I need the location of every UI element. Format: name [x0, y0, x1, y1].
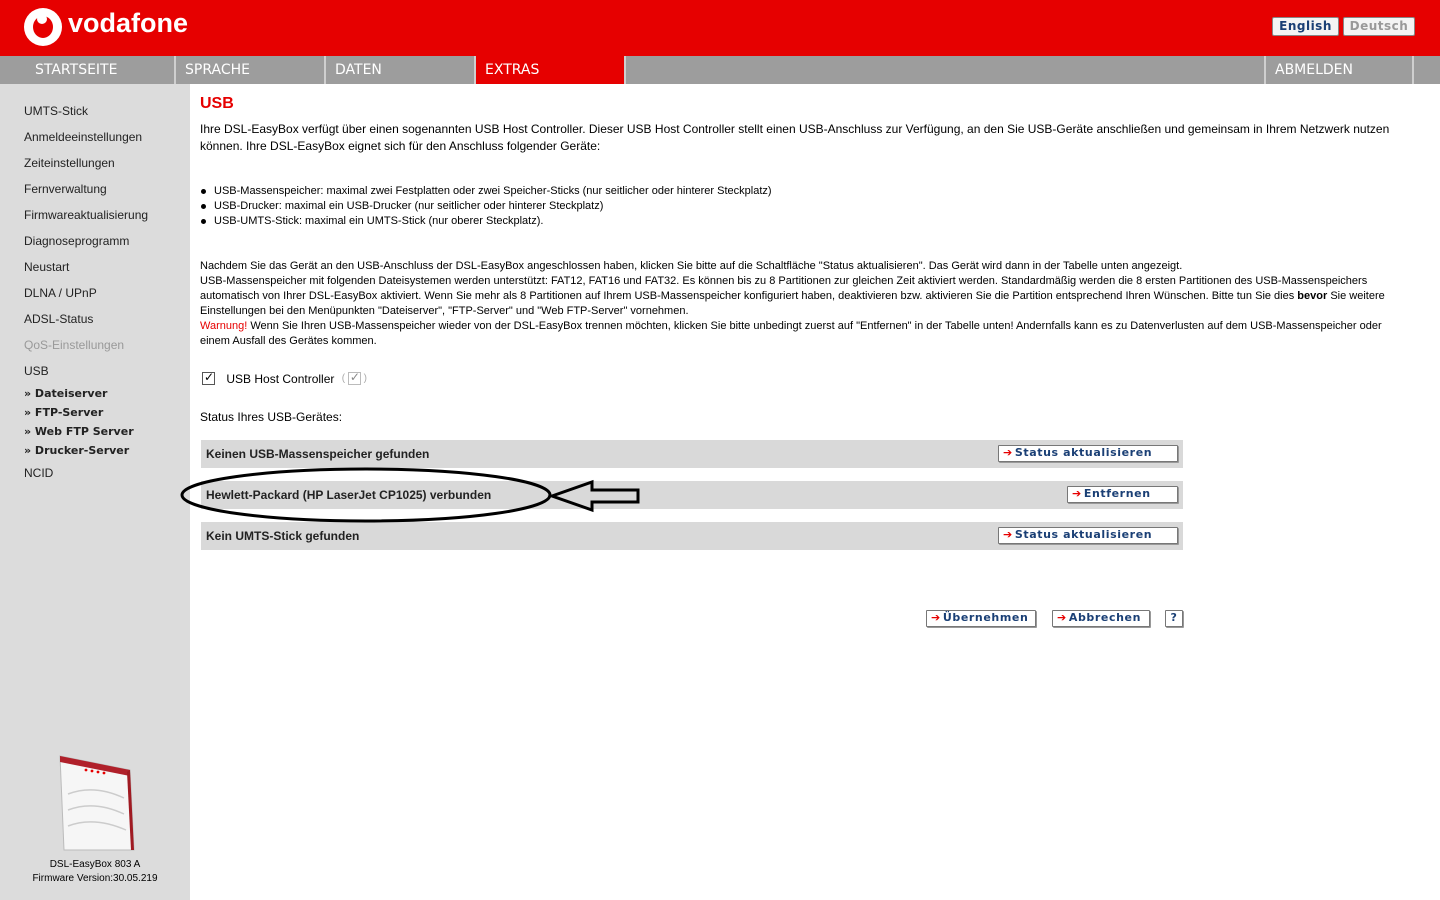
sidebar-item-adsl-status[interactable]: ADSL-Status [24, 312, 93, 326]
warning-paragraph: Warnung! Wenn Sie Ihren USB-Massenspeich… [200, 319, 1395, 349]
usb-host-controller-status: ( ) [341, 370, 367, 386]
button-label: Abbrechen [1068, 611, 1142, 624]
language-english-button[interactable]: English [1272, 17, 1339, 36]
sidebar-subitem-ftp-server[interactable]: » FTP-Server [24, 406, 103, 419]
status-label: Status Ihres USB-Gerätes: [200, 410, 343, 424]
list-item: USB-Massenspeicher: maximal zwei Festpla… [200, 184, 772, 199]
arrow-right-icon: ➔ [931, 611, 941, 624]
remove-button[interactable]: ➔ Entfernen [1067, 486, 1178, 503]
warning-label: Warnung! [200, 320, 248, 332]
info-paragraph-1: Nachdem Sie das Gerät an den USB-Anschlu… [200, 260, 1183, 272]
nav-daten[interactable]: DATEN [326, 56, 476, 84]
status-text: Kein UMTS-Stick gefunden [206, 529, 360, 543]
status-row-printer: Hewlett-Packard (HP LaserJet CP1025) ver… [201, 481, 1183, 509]
sidebar-item-neustart[interactable]: Neustart [24, 260, 69, 274]
sidebar-item-firmwareaktualisierung[interactable]: Firmwareaktualisierung [24, 208, 148, 222]
button-label: Status aktualisieren [1014, 446, 1153, 459]
sidebar-item-umts-stick[interactable]: UMTS-Stick [24, 104, 88, 118]
help-button[interactable]: ? [1165, 610, 1183, 627]
usb-host-controller-label: USB Host Controller [226, 371, 335, 386]
info-2a: USB-Massenspeicher mit folgenden Dateisy… [200, 275, 1368, 302]
status-text: Hewlett-Packard (HP LaserJet CP1025) ver… [206, 488, 492, 502]
sidebar-subitem-web-ftp-server[interactable]: » Web FTP Server [24, 425, 134, 438]
intro-text: Ihre DSL-EasyBox verfügt über einen soge… [200, 122, 1390, 153]
language-deutsch-button[interactable]: Deutsch [1343, 17, 1415, 36]
easybox-device-image [59, 755, 135, 851]
list-item: USB-Drucker: maximal ein USB-Drucker (nu… [200, 199, 772, 214]
status-row-umts-stick: Kein UMTS-Stick gefunden ➔ Status aktuali… [201, 522, 1183, 550]
button-label: Entfernen [1083, 487, 1151, 500]
warning-text: Wenn Sie Ihren USB-Massenspeicher wieder… [200, 320, 1382, 347]
info-text: Nachdem Sie das Gerät an den USB-Anschlu… [200, 259, 1395, 349]
sidebar-item-fernverwaltung[interactable]: Fernverwaltung [24, 182, 107, 196]
sidebar-item-qos-einstellungen: QoS-Einstellungen [24, 338, 125, 352]
main-nav: STARTSEITE SPRACHE DATEN EXTRAS ABMELDEN [0, 56, 1440, 84]
nav-sprache[interactable]: SPRACHE [176, 56, 326, 84]
paren-open: ( [341, 373, 346, 385]
brand-name: vodafone [68, 8, 189, 38]
arrow-right-icon: ➔ [1003, 446, 1013, 459]
cancel-button[interactable]: ➔ Abbrechen [1052, 610, 1150, 627]
info-2-bold: bevor [1297, 290, 1328, 302]
sidebar-item-anmeldeeinstellungen[interactable]: Anmeldeeinstellungen [24, 130, 142, 144]
arrow-right-icon: ➔ [1057, 611, 1067, 624]
nav-extras[interactable]: EXTRAS [476, 56, 626, 84]
refresh-status-button[interactable]: ➔ Status aktualisieren [998, 445, 1178, 462]
info-paragraph-2: USB-Massenspeicher mit folgenden Dateisy… [200, 274, 1395, 319]
arrow-right-icon: ➔ [1072, 487, 1082, 500]
device-list: USB-Massenspeicher: maximal zwei Festpla… [200, 184, 772, 229]
page-title: USB [200, 95, 234, 112]
status-row-mass-storage: Keinen USB-Massenspeicher gefunden ➔ Stat… [201, 440, 1183, 468]
device-name: DSL-EasyBox 803 A [49, 859, 141, 870]
status-text: Keinen USB-Massenspeicher gefunden [206, 447, 430, 461]
button-label: Status aktualisieren [1014, 528, 1153, 541]
arrow-right-icon: ➔ [1003, 528, 1013, 541]
list-item: USB-UMTS-Stick: maximal ein UMTS-Stick (… [200, 214, 772, 229]
refresh-status-button[interactable]: ➔ Status aktualisieren [998, 527, 1178, 544]
apply-button[interactable]: ➔ Übernehmen [926, 610, 1036, 627]
vodafone-logo-icon [24, 8, 62, 46]
usb-host-controller-row: USB Host Controller ( ) [202, 370, 367, 386]
sidebar-item-zeiteinstellungen[interactable]: Zeiteinstellungen [24, 156, 115, 170]
nav-startseite[interactable]: STARTSEITE [26, 56, 176, 84]
firmware-version: Firmware Version:30.05.219 [32, 873, 158, 884]
sidebar-subitem-drucker-server[interactable]: » Drucker-Server [24, 444, 129, 457]
button-label: Übernehmen [942, 611, 1029, 624]
sidebar-item-dlna-upnp[interactable]: DLNA / UPnP [24, 286, 97, 300]
sidebar-item-diagnoseprogramm[interactable]: Diagnoseprogramm [24, 234, 129, 248]
header: vodafone English Deutsch [0, 0, 1440, 56]
sidebar: UMTS-Stick Anmeldeeinstellungen Zeiteins… [0, 84, 190, 900]
usb-host-controller-checkbox[interactable] [202, 370, 215, 386]
controller-status-checkbox [347, 370, 361, 386]
sidebar-item-usb[interactable]: USB [24, 364, 49, 378]
sidebar-item-ncid[interactable]: NCID [24, 466, 53, 480]
nav-abmelden[interactable]: ABMELDEN [1264, 56, 1414, 84]
paren-close: ) [363, 373, 367, 385]
sidebar-subitem-dateiserver[interactable]: » Dateiserver [24, 387, 107, 400]
